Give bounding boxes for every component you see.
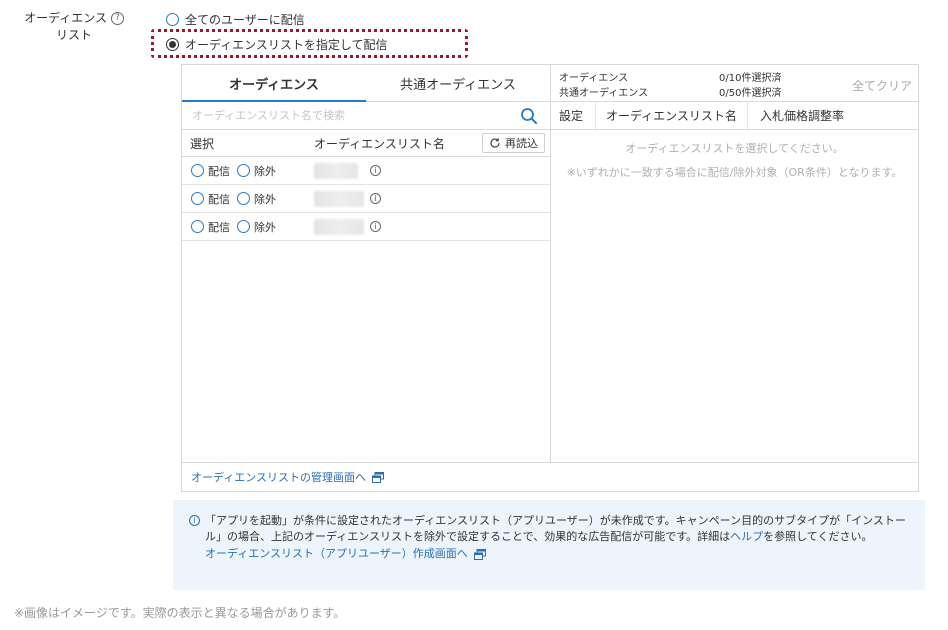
- column-bid-adjustment: 入札価格調整率: [760, 109, 845, 123]
- exclude-label: 除外: [254, 164, 276, 178]
- exclude-label: 除外: [254, 220, 276, 234]
- audience-count-label: オーディエンス: [559, 73, 629, 84]
- info-icon[interactable]: i: [370, 165, 381, 176]
- external-window-icon: [473, 548, 486, 560]
- deliver-label: 配信: [208, 220, 230, 234]
- app-user-notice: i 「アプリを起動」が条件に設定されたオーディエンスリスト（アプリユーザー）が未…: [173, 500, 925, 590]
- audience-label-line2: リスト: [55, 28, 92, 42]
- radio-deliver[interactable]: [191, 164, 204, 177]
- exclude-label: 除外: [254, 192, 276, 206]
- radio-exclude[interactable]: [237, 164, 250, 177]
- audience-tabs: オーディエンス 共通オーディエンス: [182, 65, 550, 102]
- help-icon[interactable]: ?: [111, 12, 124, 25]
- manage-lists-link[interactable]: オーディエンスリストの管理画面へ: [182, 462, 918, 491]
- external-window-icon: [372, 471, 385, 483]
- column-setting: 設定: [551, 102, 596, 129]
- list-column-header: 選択 オーディエンスリスト名 再読込: [182, 130, 550, 157]
- search-icon[interactable]: [520, 107, 538, 125]
- selection-summary: オーディエンス 0/10件選択済 共通オーディエンス 0/50件選択済 全てクリ…: [551, 65, 918, 102]
- audience-selector-panel: オーディエンス 共通オーディエンス 選択 オーディエンスリスト名 再読込: [181, 64, 919, 492]
- list-item: 配信 除外 i: [182, 213, 550, 241]
- audience-count-value: 0/10件選択済: [719, 73, 782, 84]
- radio-deliver[interactable]: [191, 220, 204, 233]
- deliver-label: 配信: [208, 192, 230, 206]
- tab-common-audience[interactable]: 共通オーディエンス: [366, 65, 550, 101]
- highlight-box: [151, 29, 468, 58]
- list-item: 配信 除外 i: [182, 185, 550, 213]
- list-name-redacted: [314, 218, 364, 235]
- list-name-redacted: [314, 162, 358, 179]
- radio-deliver[interactable]: [191, 192, 204, 205]
- search-bar: [182, 102, 550, 130]
- list-item: 配信 除外 i: [182, 157, 550, 185]
- search-input[interactable]: [192, 109, 512, 122]
- selected-column-header: 設定 オーディエンスリスト名 入札価格調整率: [551, 102, 918, 130]
- image-disclaimer: ※画像はイメージです。実際の表示と異なる場合があります。: [14, 606, 346, 620]
- radio-exclude[interactable]: [237, 220, 250, 233]
- create-app-user-list-link[interactable]: オーディエンスリスト（アプリユーザー）作成画面へ: [189, 546, 915, 562]
- reload-label: 再読込: [505, 137, 538, 150]
- column-selected-name: オーディエンスリスト名: [596, 102, 748, 129]
- radio-deliver-all[interactable]: 全てのユーザーに配信: [166, 11, 305, 28]
- radio-exclude[interactable]: [237, 192, 250, 205]
- manage-lists-link-label: オーディエンスリストの管理画面へ: [191, 471, 367, 484]
- selected-list-pane: オーディエンス 0/10件選択済 共通オーディエンス 0/50件選択済 全てクリ…: [551, 65, 918, 462]
- common-count-value: 0/50件選択済: [719, 88, 782, 99]
- empty-state-message: オーディエンスリストを選択してください。: [625, 142, 844, 155]
- notice-text: i 「アプリを起動」が条件に設定されたオーディエンスリスト（アプリユーザー）が未…: [189, 513, 915, 545]
- column-select: 選択: [190, 136, 215, 151]
- clear-all-button[interactable]: 全てクリア: [852, 77, 912, 94]
- audience-list-label: オーディエンス ? リスト: [14, 10, 124, 44]
- available-list-pane: オーディエンス 共通オーディエンス 選択 オーディエンスリスト名 再読込: [182, 65, 551, 462]
- notice-text-after: を参照してください。: [763, 530, 873, 543]
- info-icon[interactable]: i: [370, 221, 381, 232]
- deliver-label: 配信: [208, 164, 230, 178]
- list-name-redacted: [314, 190, 364, 207]
- tab-audience[interactable]: オーディエンス: [182, 65, 366, 102]
- common-count-label: 共通オーディエンス: [559, 88, 649, 99]
- reload-button[interactable]: 再読込: [482, 133, 545, 153]
- radio-deliver-all-label: 全てのユーザーに配信: [185, 13, 305, 27]
- help-link[interactable]: ヘルプ: [730, 530, 763, 543]
- audience-label-line1: オーディエンス: [24, 11, 107, 25]
- empty-state-note: ※いずれかに一致する場合に配信/除外対象（OR条件）となります。: [566, 166, 903, 179]
- notice-info-icon: i: [189, 515, 200, 526]
- info-icon[interactable]: i: [370, 193, 381, 204]
- reload-icon: [490, 138, 500, 148]
- create-link-label: オーディエンスリスト（アプリユーザー）作成画面へ: [205, 547, 468, 560]
- radio-deliver-all-control[interactable]: [166, 13, 179, 26]
